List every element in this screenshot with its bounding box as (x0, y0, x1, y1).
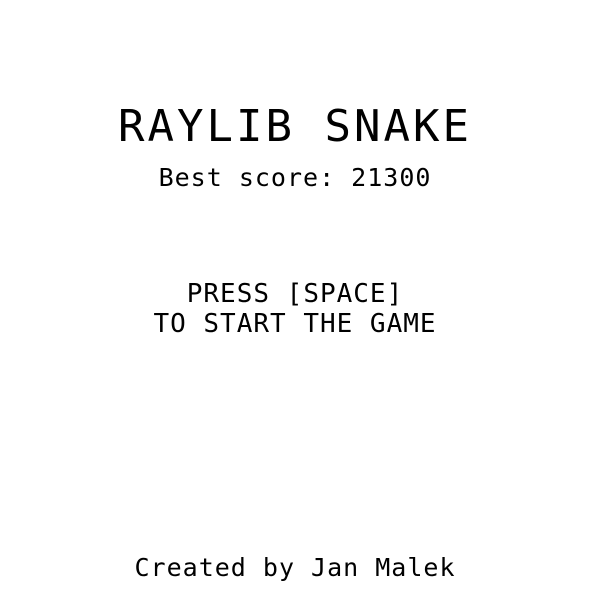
start-prompt-line-1: PRESS [SPACE] (186, 279, 404, 309)
credits-text: Created by Jan Malek (134, 553, 456, 582)
best-score-label: Best score: 21300 (158, 163, 432, 192)
game-start-screen[interactable]: RAYLIB SNAKE Best score: 21300 PRESS [SP… (0, 0, 590, 590)
game-title: RAYLIB SNAKE (118, 101, 472, 152)
start-prompt-line-2: TO START THE GAME (153, 309, 437, 339)
